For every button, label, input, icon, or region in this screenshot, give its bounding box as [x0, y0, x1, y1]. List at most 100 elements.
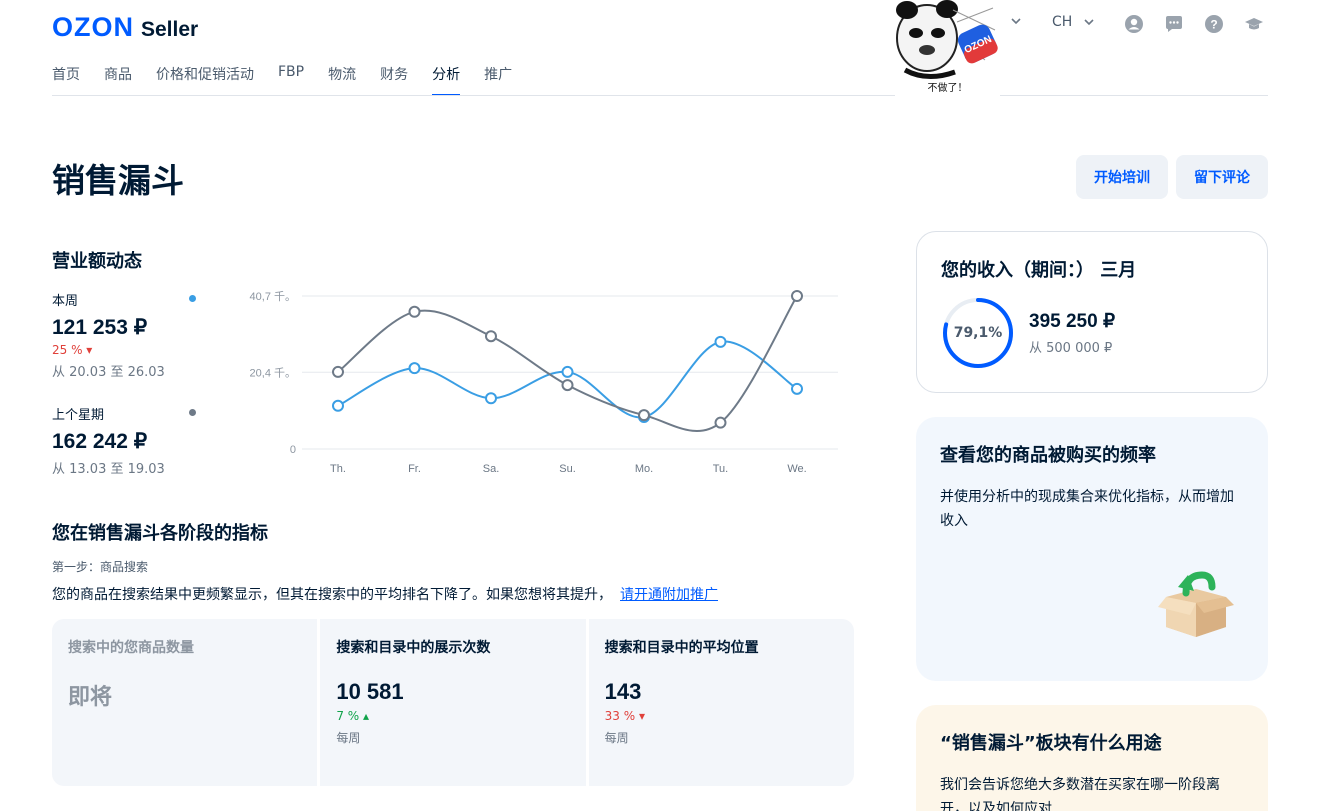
chevron-down-icon[interactable] — [1010, 15, 1022, 30]
metric-card-average-position[interactable]: 搜索和目录中的平均位置 143 33 % ▾ 每周 — [588, 619, 854, 786]
metric-card-impressions[interactable]: 搜索和目录中的展示次数 10 581 7 % ▴ 每周 — [320, 619, 586, 786]
metric-value: 143 — [604, 679, 642, 704]
data-point — [485, 330, 497, 343]
purchase-frequency-card[interactable]: 查看您的商品被购买的频率 并使用分析中的现成集合来优化指标，从而增加收入 — [916, 417, 1268, 681]
data-point — [561, 379, 574, 392]
nav-item-products[interactable]: 商品 — [104, 64, 132, 96]
chevron-down-icon — [1084, 19, 1094, 26]
education-icon[interactable] — [1244, 14, 1264, 34]
x-tick-label: Fr. — [408, 463, 421, 475]
promo-text: 并使用分析中的现成集合来优化指标，从而增加收入 — [940, 489, 1234, 529]
account-switcher: CH — [1010, 14, 1095, 30]
page-title: 销售漏斗 — [52, 161, 184, 200]
metric-value: 即将 — [68, 684, 113, 709]
this-week-label: 本周 — [52, 294, 79, 309]
funnel-step-label: 第一步：商品搜索 — [52, 560, 149, 574]
metric-label: 搜索和目录中的平均位置 — [604, 640, 759, 656]
metric-period: 每周 — [604, 731, 629, 745]
this-week-range: 从 20.03 至 26.03 — [52, 365, 165, 380]
this-week-legend-dot — [189, 295, 196, 302]
y-tick-label: 40,7 千。 — [250, 290, 296, 303]
funnel-metrics-panel: 搜索中的您商品数量 即将 搜索和目录中的展示次数 10 581 7 % ▴ 每周… — [52, 619, 854, 786]
income-amount: 395 250 ₽ 从 500 000 ₽ — [1029, 310, 1115, 356]
svg-text:?: ? — [1210, 18, 1217, 32]
info-text: 我们会告诉您绝大多数潜在买家在哪一阶段离开，以及如何应对 — [940, 777, 1220, 811]
nav-item-analytics[interactable]: 分析 — [432, 64, 461, 96]
leave-review-button[interactable]: 留下评论 — [1176, 155, 1268, 199]
nav-item-logistics[interactable]: 物流 — [328, 64, 356, 96]
nav-item-finance[interactable]: 财务 — [380, 64, 408, 96]
income-body: 79,1% 395 250 ₽ 从 500 000 ₽ — [941, 296, 1115, 370]
income-progress-ring: 79,1% — [941, 296, 1015, 370]
nav-divider — [52, 95, 1268, 96]
last-week-range: 从 13.03 至 19.03 — [52, 462, 165, 477]
data-point — [791, 290, 803, 302]
this-week-summary: 本周 121 253 ₽ 25 % ▾ 从 20.03 至 26.03 — [52, 290, 202, 380]
metric-change: 7 % ▴ — [336, 709, 370, 723]
income-value: 395 250 ₽ — [1029, 311, 1116, 332]
metric-change: 33 % ▾ — [604, 709, 645, 723]
metric-label: 搜索中的您商品数量 — [68, 640, 194, 656]
info-title: “销售漏斗”板块有什么用途 — [940, 733, 1162, 754]
data-point — [714, 416, 727, 429]
income-percent: 79,1% — [953, 325, 1003, 341]
this-week-value: 121 253 ₽ — [52, 316, 148, 339]
language-selector[interactable]: CH — [1052, 14, 1095, 30]
x-tick-label: Tu. — [713, 463, 729, 475]
data-point — [408, 362, 421, 375]
help-icon[interactable]: ? — [1204, 14, 1224, 34]
data-point — [714, 335, 727, 348]
x-tick-label: Sa. — [483, 463, 500, 475]
funnel-step-description: 您的商品在搜索结果中更频繁显示，但其在搜索中的平均排名下降了。如果您想将其提升，… — [52, 584, 718, 604]
user-icon[interactable] — [1124, 14, 1144, 34]
metric-value: 10 581 — [336, 679, 404, 704]
metric-period: 每周 — [336, 731, 361, 745]
metric-card-products-in-search: 搜索中的您商品数量 即将 — [52, 619, 318, 786]
x-tick-label: Su. — [559, 463, 576, 475]
enable-promotion-link[interactable]: 请开通附加推广 — [620, 587, 718, 603]
x-tick-label: Mo. — [635, 463, 653, 475]
income-card: 您的收入（期间：） 三月 79,1% 395 250 ₽ 从 500 000 ₽ — [916, 231, 1268, 393]
data-point — [485, 392, 497, 405]
panda-meme-image: OZON — [895, 0, 1000, 82]
nav-item-fbp[interactable]: FBP — [278, 64, 304, 96]
data-point — [638, 409, 650, 422]
data-point — [561, 365, 574, 378]
data-point — [408, 305, 421, 318]
y-tick-label: 20,4 千。 — [250, 366, 296, 379]
language-label: CH — [1052, 14, 1073, 30]
return-box-illustration — [1158, 571, 1234, 637]
start-training-button[interactable]: 开始培训 — [1076, 155, 1168, 199]
x-tick-label: Th. — [330, 463, 346, 475]
income-target: 从 500 000 ₽ — [1029, 341, 1113, 356]
last-week-legend-dot — [189, 409, 196, 416]
funnel-info-card[interactable]: “销售漏斗”板块有什么用途 我们会告诉您绝大多数潜在买家在哪一阶段离开，以及如何… — [916, 705, 1268, 811]
promo-title: 查看您的商品被购买的频率 — [940, 445, 1156, 466]
metric-label: 搜索和目录中的展示次数 — [336, 640, 491, 656]
series-line-1 — [337, 295, 798, 433]
revenue-dynamics-title: 营业额动态 — [52, 251, 142, 272]
funnel-step-text: 您的商品在搜索结果中更频繁显示，但其在搜索中的平均排名下降了。如果您想将其提升， — [52, 587, 612, 603]
data-point — [332, 365, 344, 378]
funnel-metrics-title: 您在销售漏斗各阶段的指标 — [52, 523, 268, 544]
nav-item-prices-promo[interactable]: 价格和促销活动 — [156, 64, 254, 96]
x-tick-label: We. — [787, 463, 806, 475]
revenue-line-chart[interactable]: 0 20,4 千。 40,7 千。 Th. Fr. Sa. Su. Mo. Tu. We. — [230, 282, 850, 482]
data-point — [332, 399, 344, 412]
ozon-seller-logo[interactable]: OZON Seller — [52, 12, 198, 43]
logo-brand: OZON — [52, 12, 134, 42]
chat-icon[interactable] — [1164, 14, 1184, 34]
meme-caption: 不做了！ — [927, 83, 968, 94]
data-point — [791, 382, 803, 395]
nav-item-home[interactable]: 首页 — [52, 64, 80, 96]
y-tick-label: 0 — [290, 444, 296, 456]
this-week-change: 25 % ▾ — [52, 343, 93, 357]
main-nav: 首页 商品 价格和促销活动 FBP 物流 财务 分析 推广 — [52, 64, 536, 96]
nav-item-promotion[interactable]: 推广 — [484, 64, 512, 96]
income-title: 您的收入（期间：） 三月 — [941, 260, 1137, 281]
last-week-summary: 上个星期 162 242 ₽ 从 13.03 至 19.03 — [52, 404, 202, 477]
meme-sticker: OZON 不做了！ — [895, 0, 1000, 96]
logo-product: Seller — [141, 18, 199, 41]
last-week-value: 162 242 ₽ — [52, 430, 148, 453]
last-week-label: 上个星期 — [52, 408, 105, 423]
